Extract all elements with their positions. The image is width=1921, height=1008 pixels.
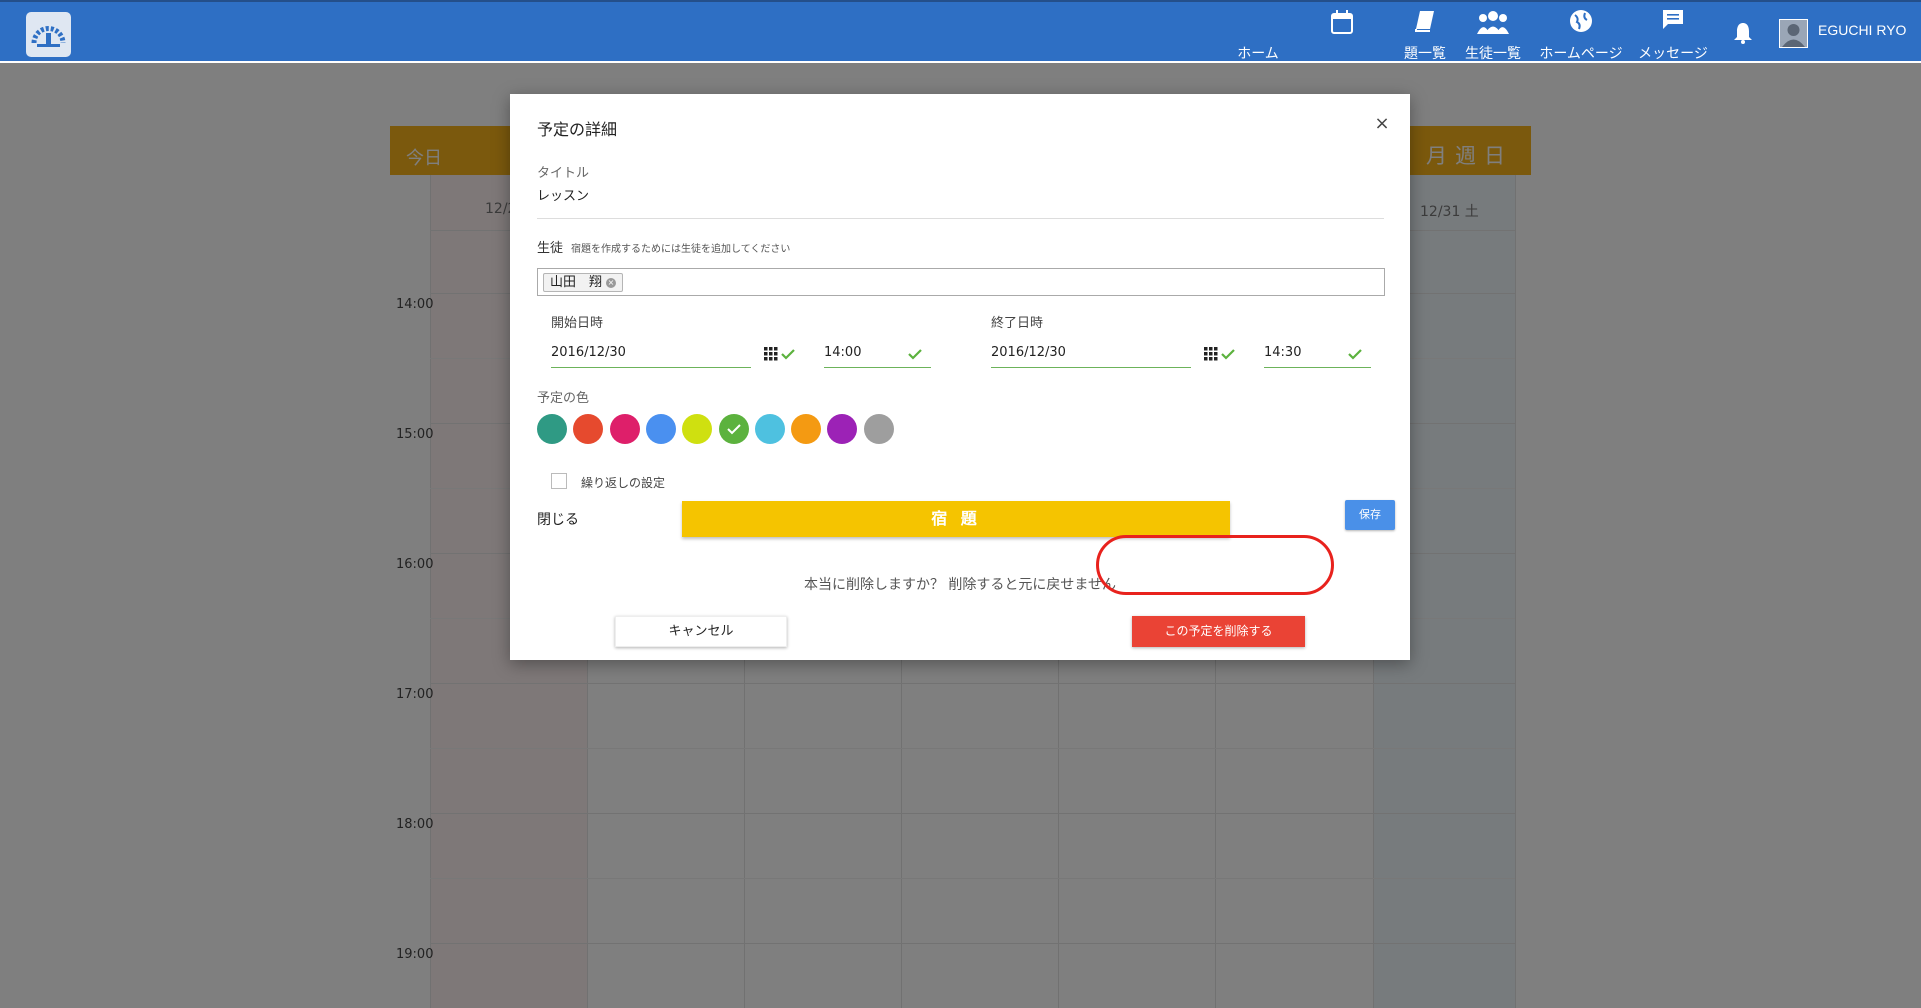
calendar-grid-icon[interactable]: [1204, 346, 1218, 361]
color-swatch[interactable]: [609, 414, 640, 444]
book-icon: [1400, 9, 1450, 37]
student-chip-label: 山田 翔: [550, 275, 603, 290]
check-icon: [1221, 346, 1235, 360]
color-swatch[interactable]: [827, 414, 858, 444]
delete-event-button[interactable]: この予定を削除する: [1132, 616, 1305, 647]
start-date-input[interactable]: 2016/12/30: [551, 338, 751, 368]
student-hint: 宿題を作成するためには生徒を追加してください: [571, 244, 791, 255]
end-label: 終了日時: [991, 316, 1044, 331]
title-label: タイトル: [537, 166, 590, 181]
nav-students[interactable]: 生徒一覧: [1463, 9, 1523, 63]
close-icon[interactable]: ×: [1372, 114, 1392, 134]
user-avatar[interactable]: [1779, 19, 1808, 48]
color-swatch[interactable]: [573, 414, 604, 444]
color-swatch[interactable]: [718, 414, 749, 444]
color-label: 予定の色: [537, 391, 590, 406]
students-icon: [1463, 9, 1523, 37]
student-chip: 山田 翔 ×: [543, 273, 624, 292]
cancel-button[interactable]: キャンセル: [615, 616, 787, 647]
chip-remove-icon[interactable]: ×: [606, 278, 617, 288]
top-navbar: ホーム 題一覧 生徒一覧 ホームページ メッセージ EGUCHI RYO: [0, 0, 1921, 63]
homework-button[interactable]: 宿 題: [682, 501, 1230, 537]
color-swatch[interactable]: [682, 414, 713, 444]
repeat-checkbox[interactable]: [551, 473, 567, 489]
student-input[interactable]: 山田 翔 ×: [537, 268, 1385, 296]
calendar-grid-icon[interactable]: [764, 346, 778, 361]
modal-overlay[interactable]: 予定の詳細 × タイトル レッスン 生徒 宿題を作成するためには生徒を追加してくだ…: [0, 63, 1921, 1008]
end-date-input[interactable]: 2016/12/30: [991, 338, 1191, 368]
start-label: 開始日時: [551, 316, 604, 331]
check-icon: [726, 424, 741, 435]
color-swatch[interactable]: [791, 414, 822, 444]
nav-homework-list[interactable]: 題一覧: [1400, 9, 1450, 63]
check-icon: [781, 346, 795, 360]
color-swatch[interactable]: [645, 414, 676, 444]
dialog-title: 予定の詳細: [537, 120, 618, 139]
student-label: 生徒: [537, 241, 564, 256]
close-button[interactable]: 閉じる: [537, 509, 579, 529]
divider: [537, 218, 1384, 219]
user-name[interactable]: EGUCHI RYO: [1818, 22, 1906, 38]
nav-homepage[interactable]: ホームページ: [1535, 9, 1627, 63]
delete-button-highlight: [1096, 535, 1334, 595]
globe-icon: [1535, 9, 1627, 37]
message-icon: [1635, 9, 1711, 37]
repeat-label[interactable]: 繰り返しの設定: [581, 474, 665, 491]
calendar-icon: [1322, 9, 1362, 37]
check-icon: [908, 346, 922, 360]
notification-bell-icon[interactable]: [1731, 21, 1755, 45]
nav-calendar[interactable]: [1322, 9, 1362, 63]
nav-messages[interactable]: メッセージ: [1635, 9, 1711, 63]
nav-home[interactable]: ホーム: [1228, 9, 1288, 63]
title-value[interactable]: レッスン: [537, 185, 589, 204]
app-logo[interactable]: [26, 12, 71, 57]
color-swatch[interactable]: [754, 414, 785, 444]
color-swatch[interactable]: [537, 414, 567, 444]
home-icon: [1228, 9, 1288, 37]
color-swatch[interactable]: [863, 414, 894, 444]
check-icon: [1348, 346, 1362, 360]
save-button[interactable]: 保存: [1345, 500, 1395, 530]
student-label-row: 生徒 宿題を作成するためには生徒を追加してください: [537, 237, 790, 256]
